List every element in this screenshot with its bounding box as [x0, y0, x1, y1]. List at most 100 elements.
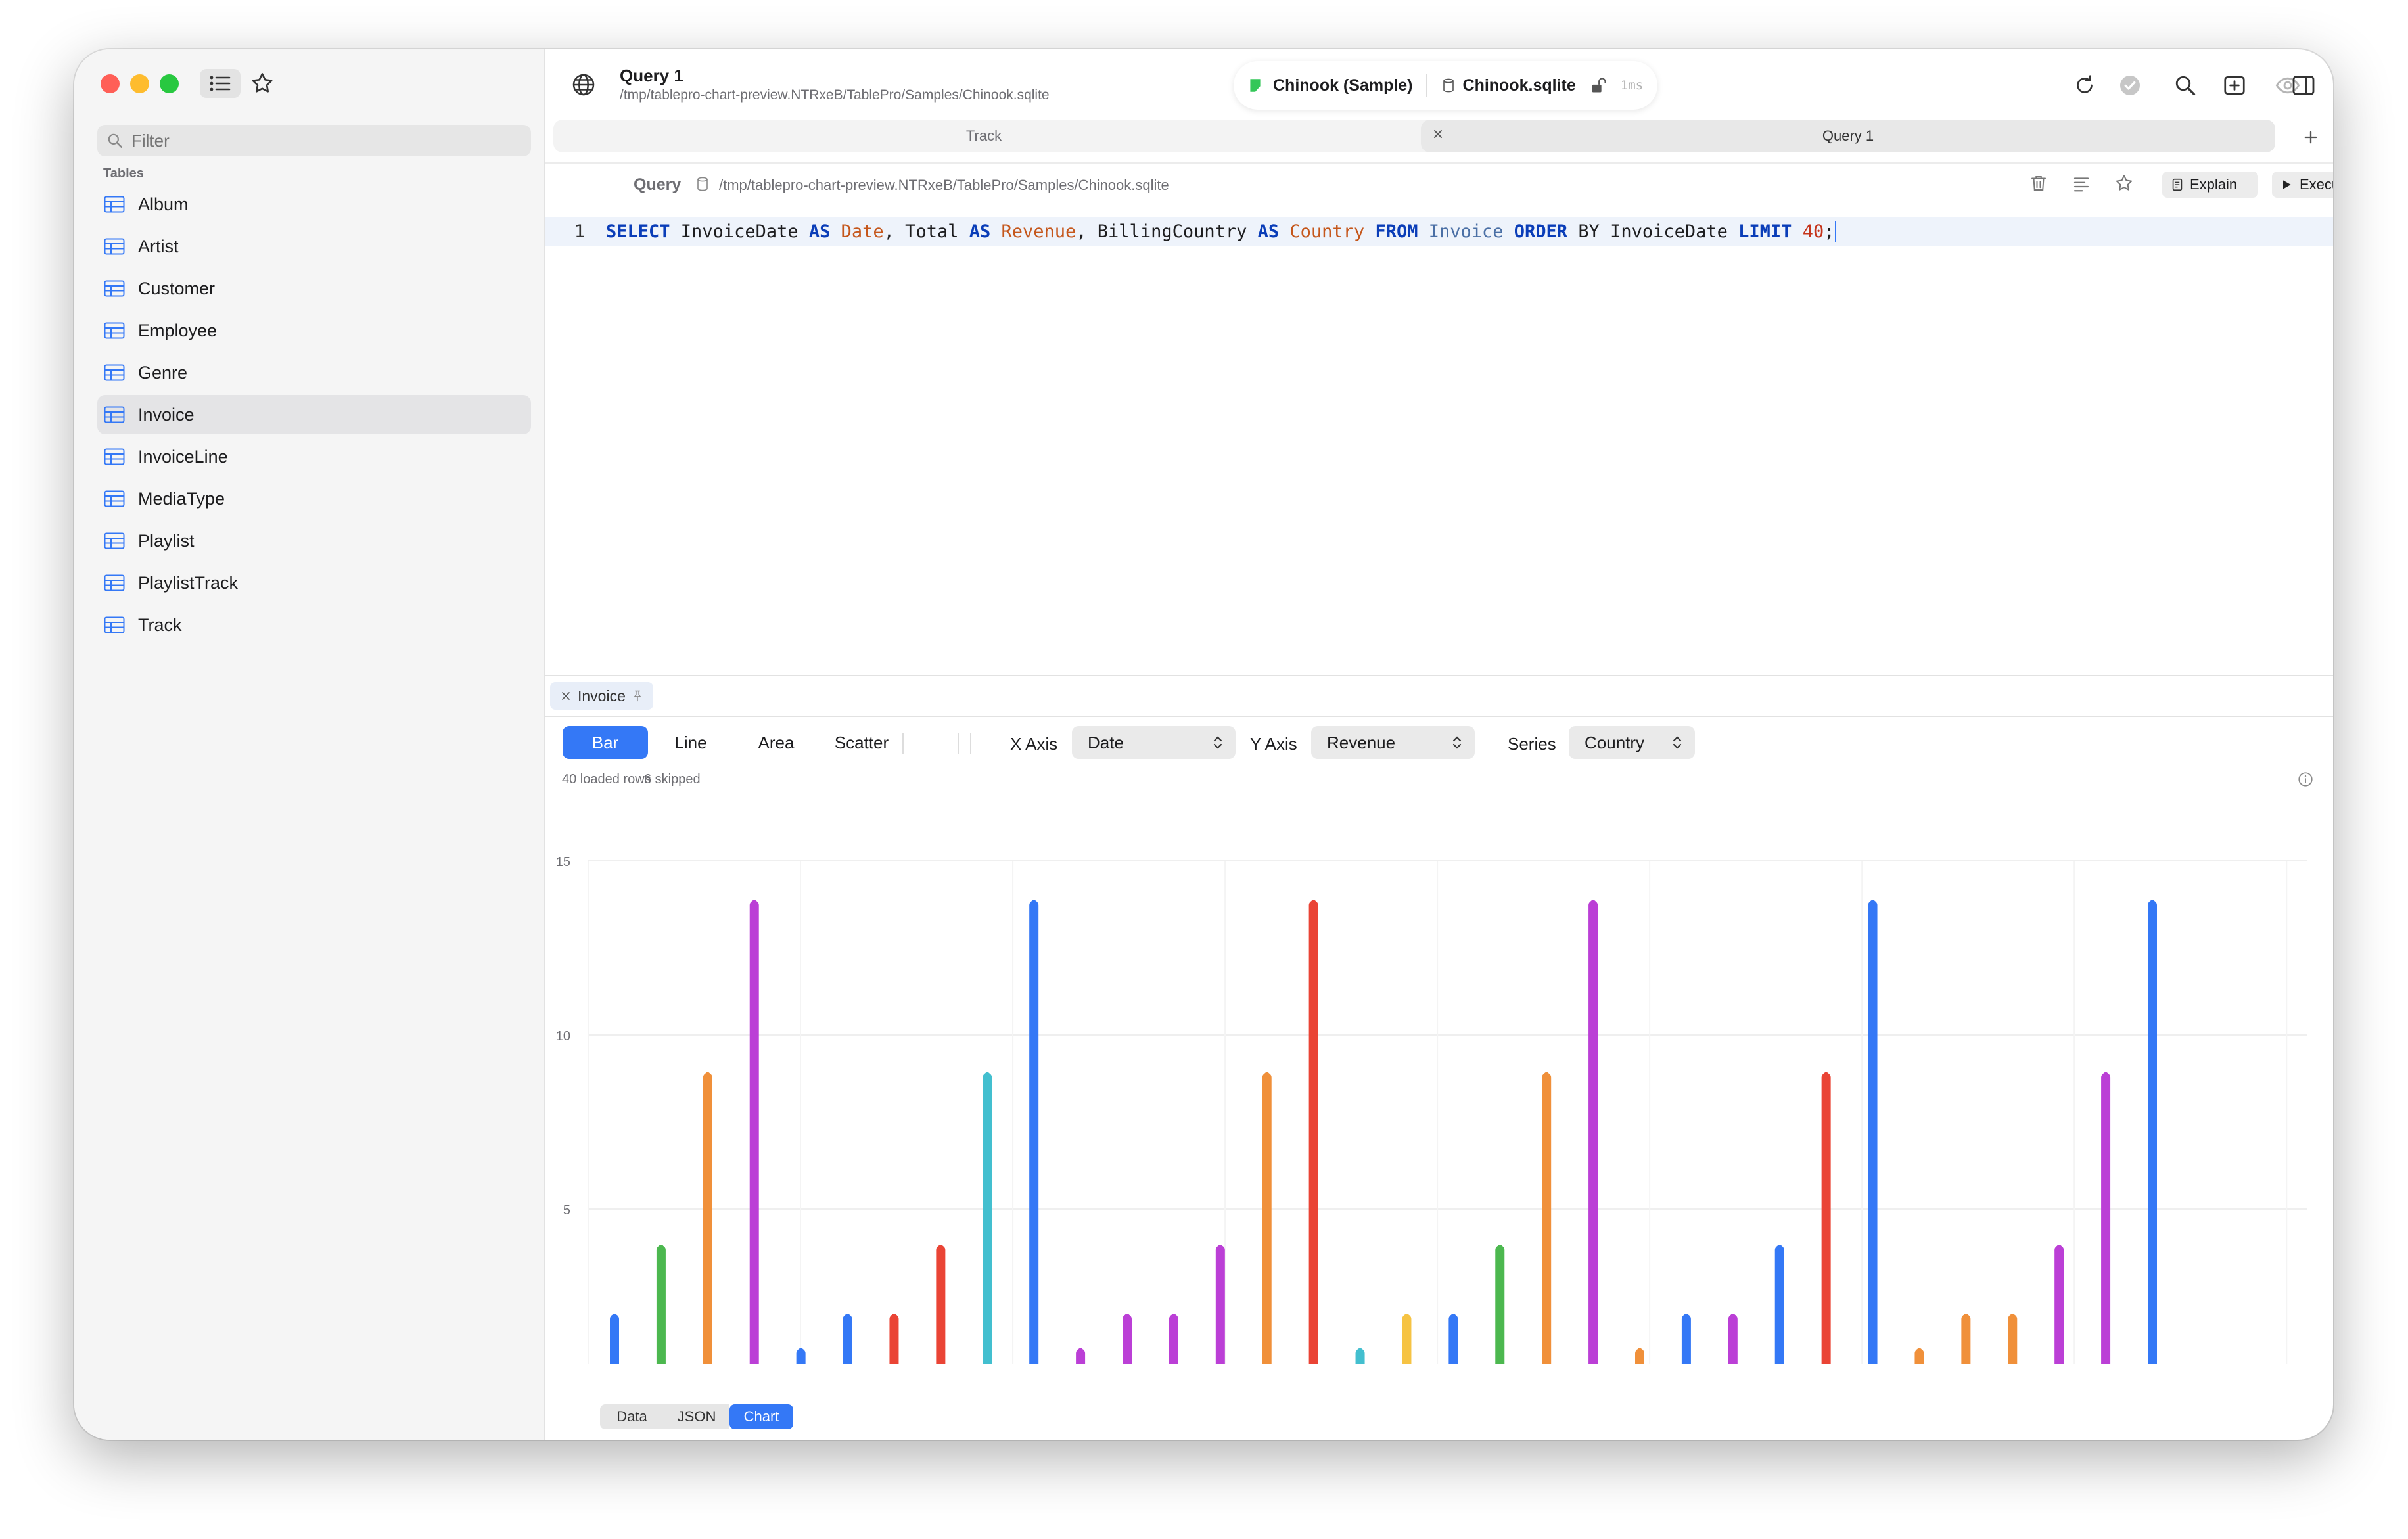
sql-token: ORDER	[1503, 221, 1568, 242]
format-query-button[interactable]	[2068, 170, 2095, 196]
segment-divider	[902, 733, 904, 754]
add-tab-button[interactable]	[2298, 124, 2324, 150]
zoom-window-button[interactable]	[160, 74, 179, 93]
sql-text[interactable]: SELECT InvoiceDate AS Date, Total AS Rev…	[606, 221, 1834, 242]
connection-color-icon	[1250, 79, 1261, 92]
bar-chart: 0510152021-01-02 00:00:002021-01-19 00:0…	[556, 855, 2307, 1364]
connection-pill[interactable]: Chinook (Sample) Chinook.sqlite 1ms	[1234, 61, 1657, 110]
sql-token: Country	[1279, 221, 1365, 242]
clear-query-button[interactable]	[2026, 170, 2052, 196]
bar-marker	[705, 1072, 710, 1078]
view-tab-chart[interactable]: Chart	[729, 1404, 793, 1429]
database-icon	[697, 177, 708, 191]
bar-marker	[658, 1245, 664, 1251]
series-select[interactable]: Country	[1569, 726, 1695, 759]
add-square-icon	[2224, 76, 2245, 95]
sidebar-item-track[interactable]: Track	[97, 605, 531, 645]
sidebar-item-invoice[interactable]: Invoice	[97, 395, 531, 434]
view-tab-json[interactable]: JSON	[664, 1404, 729, 1429]
bar-marker	[1078, 1348, 1084, 1354]
bar-germany	[1774, 1245, 1784, 1364]
sidebar-item-invoiceline[interactable]: InvoiceLine	[97, 437, 531, 476]
sidebar-item-label: Album	[138, 194, 189, 214]
bar-norway	[1495, 1245, 1505, 1364]
table-icon	[104, 532, 125, 549]
series-value: Country	[1585, 732, 1645, 752]
sidebar-item-label: InvoiceLine	[138, 446, 228, 467]
table-icon	[104, 280, 125, 297]
search-icon	[108, 133, 122, 148]
close-window-button[interactable]	[101, 74, 120, 93]
favorites-button[interactable]	[247, 69, 277, 98]
bar-france	[889, 1314, 899, 1364]
sidebar-item-genre[interactable]: Genre	[97, 353, 531, 392]
x-axis-select[interactable]: Date	[1072, 726, 1236, 759]
tab-label: Track	[965, 127, 1002, 144]
bar-usa	[1728, 1314, 1738, 1364]
bar-marker	[798, 1348, 804, 1354]
sql-editor-line[interactable]: 1 SELECT InvoiceDate AS Date, Total AS R…	[545, 217, 2333, 246]
sidebar-item-label: Invoice	[138, 404, 195, 425]
chart-controls: Bar Line Area Scatter X Axis Date Y Axis…	[545, 726, 2333, 766]
bar-portugal	[1169, 1314, 1178, 1364]
sidebar: Tables Album Artist Customer Employee Genre I…	[74, 49, 545, 1440]
close-icon[interactable]	[559, 689, 572, 702]
chart-type-bar[interactable]: Bar	[563, 726, 648, 759]
bar-usa	[2101, 1072, 2111, 1364]
sidebar-item-customer[interactable]: Customer	[97, 269, 531, 308]
refresh-button[interactable]	[2068, 69, 2101, 102]
save-favorite-button[interactable]	[2111, 170, 2137, 196]
explain-button[interactable]: Explain	[2162, 172, 2258, 198]
document-icon	[2172, 178, 2183, 191]
sql-token: AS	[1257, 221, 1280, 242]
result-tab-invoice[interactable]: Invoice	[550, 682, 653, 710]
chart-type-scatter[interactable]: Scatter	[819, 726, 904, 759]
sql-token: Revenue	[990, 221, 1077, 242]
sidebar-item-mediatype[interactable]: MediaType	[97, 479, 531, 518]
bar-marker	[1170, 1314, 1176, 1320]
skipped-rows: 6 skipped	[644, 772, 701, 787]
sql-token: ;	[1824, 221, 1835, 242]
search-button[interactable]	[2169, 69, 2202, 102]
y-axis-select[interactable]: Revenue	[1311, 726, 1475, 759]
pin-icon[interactable]	[631, 689, 644, 702]
sidebar-item-artist[interactable]: Artist	[97, 227, 531, 266]
sidebar-item-album[interactable]: Album	[97, 185, 531, 224]
sidebar-toggle-button[interactable]	[200, 69, 241, 98]
sidebar-item-employee[interactable]: Employee	[97, 311, 531, 350]
chart-type-line[interactable]: Line	[648, 726, 733, 759]
view-tab-data[interactable]: Data	[600, 1404, 664, 1429]
connection-button[interactable]	[565, 66, 602, 103]
tab-query-1[interactable]: Query 1	[1421, 120, 2275, 152]
sidebar-item-label: PlaylistTrack	[138, 572, 239, 593]
close-icon	[1434, 130, 1442, 138]
bar-germany	[1681, 1314, 1691, 1364]
close-tab-button[interactable]	[1430, 126, 1446, 146]
minimize-window-button[interactable]	[130, 74, 149, 93]
bar-marker	[1404, 1314, 1410, 1320]
filter-field[interactable]	[97, 125, 531, 156]
execute-label: Execute	[2300, 176, 2333, 193]
table-icon	[104, 616, 125, 633]
bar-marker	[1590, 900, 1596, 906]
inspector-toggle-button[interactable]	[2287, 69, 2320, 102]
new-query-button[interactable]	[2218, 69, 2251, 102]
filter-input[interactable]	[130, 129, 501, 152]
chart-type-area[interactable]: Area	[733, 726, 819, 759]
sql-token: Invoice	[1418, 221, 1504, 242]
info-icon[interactable]	[2297, 771, 2314, 788]
bar-usa	[1123, 1314, 1132, 1364]
sql-token: InvoiceDate	[670, 221, 809, 242]
sql-token: FROM	[1364, 221, 1418, 242]
bar-norway	[656, 1245, 666, 1364]
table-list: Album Artist Customer Employee Genre Invoice I…	[97, 185, 531, 647]
tab-bar: Track Query 1	[553, 120, 2275, 152]
tab-track[interactable]: Track	[553, 120, 1414, 152]
sidebar-item-playlisttrack[interactable]: PlaylistTrack	[97, 563, 531, 603]
sidebar-item-playlist[interactable]: Playlist	[97, 521, 531, 561]
tables-heading: Tables	[103, 166, 144, 181]
bar-marker	[1916, 1348, 1922, 1354]
bar-germany	[843, 1314, 852, 1364]
commit-button[interactable]	[2115, 70, 2145, 101]
execute-button[interactable]: Execute	[2272, 172, 2333, 198]
